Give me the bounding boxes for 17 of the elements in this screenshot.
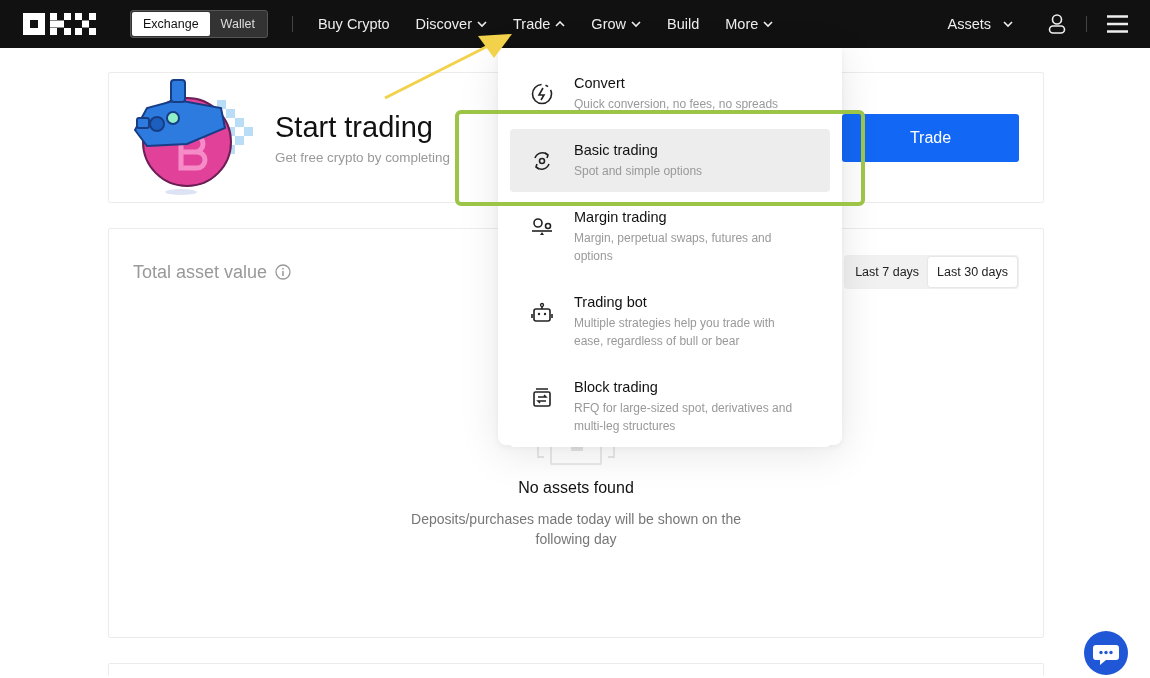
panel-title: Total asset value	[133, 261, 268, 283]
hero-subtitle: Get free crypto by completing	[275, 149, 450, 165]
nav-menu[interactable]: Discover	[402, 16, 500, 32]
hero-title: Start trading	[275, 110, 434, 144]
range-tab[interactable]: Last 30 days	[928, 257, 1017, 287]
menu-item[interactable]: Basic trading Spot and simple options	[510, 129, 830, 192]
mode-tab[interactable]: Exchange	[132, 12, 210, 36]
empty-title: No assets found	[518, 479, 634, 497]
nav-link[interactable]: Build	[654, 16, 713, 32]
assets-menu[interactable]: Assets	[934, 16, 1026, 32]
empty-message: Deposits/purchases made today will be shown on the following day	[410, 510, 742, 549]
nav-link[interactable]: Buy Crypto	[304, 16, 403, 32]
range-tab[interactable]: Last 7 days	[846, 257, 929, 287]
nav-menu[interactable]: Grow	[578, 16, 654, 32]
trade-button[interactable]: Trade	[842, 113, 1019, 162]
nav-menu[interactable]: Trade	[500, 16, 579, 32]
nav-menu[interactable]: More	[712, 16, 787, 32]
